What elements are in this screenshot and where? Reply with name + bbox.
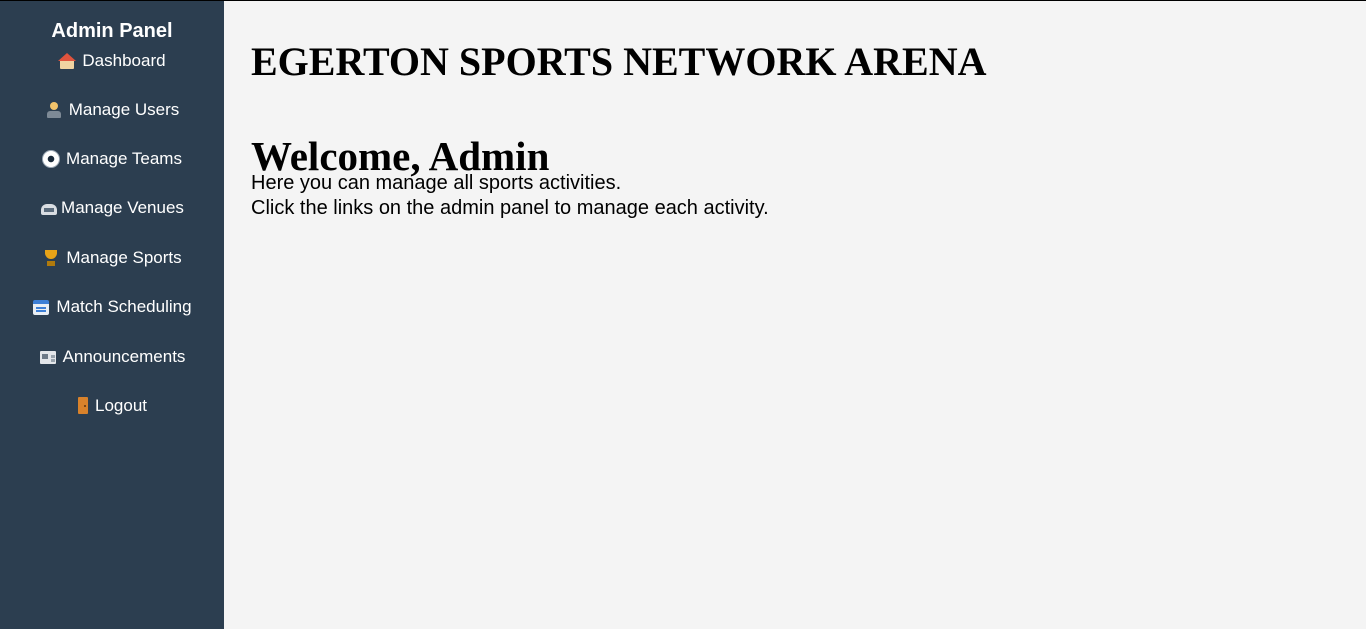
intro-line-2: Click the links on the admin panel to ma…: [251, 197, 769, 219]
sidebar-item-label: Manage Users: [68, 99, 180, 119]
sidebar-item-label: Manage Teams: [66, 149, 182, 169]
sidebar-item-label: Logout: [95, 396, 147, 416]
sidebar-item-label: Dashboard: [82, 51, 166, 70]
sidebar-item-label: Announcements: [62, 346, 186, 366]
dashboard-link[interactable]: Dashboard: [58, 51, 166, 71]
sidebar-item-announcements[interactable]: Announcements: [0, 332, 224, 381]
sidebar-item-manage-teams[interactable]: Manage Teams: [0, 134, 224, 183]
manage-sports-link[interactable]: Manage Sports: [42, 247, 182, 268]
newspaper-icon: [39, 348, 57, 366]
sidebar-item-label: Manage Sports: [66, 247, 182, 267]
soccer-ball-icon: [42, 150, 61, 169]
sidebar-item-manage-sports[interactable]: Manage Sports: [0, 233, 224, 282]
manage-venues-link[interactable]: Manage Venues: [40, 198, 184, 218]
sidebar-item-manage-users[interactable]: Manage Users: [0, 85, 224, 134]
door-icon: [77, 397, 89, 415]
stadium-icon: [40, 199, 58, 217]
trophy-icon: [42, 249, 60, 267]
main-content: EGERTON SPORTS NETWORK ARENA Welcome, Ad…: [251, 1, 1366, 221]
sidebar-item-match-scheduling[interactable]: Match Scheduling: [0, 283, 224, 332]
logout-link[interactable]: Logout: [77, 396, 147, 416]
sidebar: Admin Panel Dashboard Manage Users Manag…: [0, 1, 224, 629]
sidebar-item-manage-venues[interactable]: Manage Venues: [0, 184, 224, 233]
manage-teams-link[interactable]: Manage Teams: [42, 149, 182, 169]
sidebar-nav: Dashboard Manage Users Manage Teams Mana…: [0, 51, 224, 431]
page-title: EGERTON SPORTS NETWORK ARENA: [251, 39, 987, 84]
intro-text: Here you can manage all sports activitie…: [251, 171, 1366, 221]
sidebar-item-label: Match Scheduling: [56, 297, 192, 317]
sidebar-title: Admin Panel: [51, 20, 173, 42]
users-icon: [45, 101, 63, 119]
manage-users-link[interactable]: Manage Users: [45, 99, 180, 120]
home-icon: [58, 52, 77, 70]
intro-line-1: Here you can manage all sports activitie…: [251, 172, 622, 194]
match-scheduling-link[interactable]: Match Scheduling: [32, 297, 192, 317]
announcements-link[interactable]: Announcements: [39, 346, 186, 367]
sidebar-item-dashboard[interactable]: Dashboard: [0, 51, 224, 85]
sidebar-item-label: Manage Venues: [61, 198, 184, 218]
calendar-icon: [32, 298, 50, 316]
sidebar-item-logout[interactable]: Logout: [0, 381, 224, 430]
